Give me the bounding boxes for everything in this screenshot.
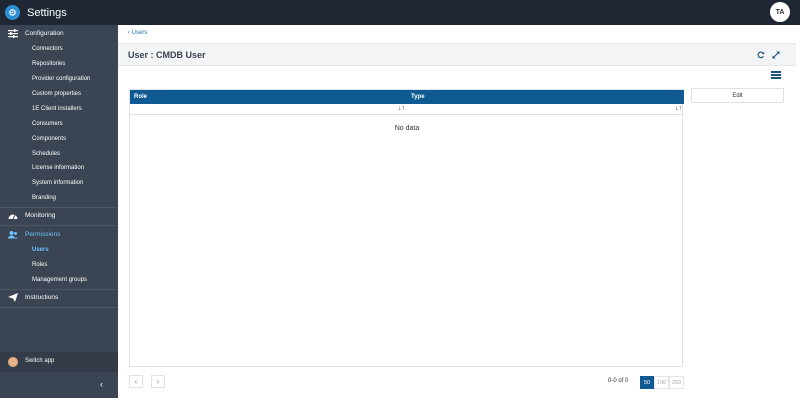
refresh-icon[interactable] — [755, 49, 766, 60]
nav-section-instructions[interactable]: Instructions — [0, 289, 118, 306]
sidebar-item-repositories[interactable]: Repositories — [32, 61, 65, 67]
sidebar-item-provider-configuration[interactable]: Provider configuration — [32, 76, 90, 82]
next-page-button[interactable]: › — [151, 375, 165, 388]
hamburger-menu-icon[interactable] — [771, 71, 781, 79]
sidebar-item-components[interactable]: Components — [32, 136, 66, 142]
users-icon — [8, 231, 18, 239]
dashboard-gauge-icon — [8, 214, 18, 220]
top-bar: Settings TA — [0, 0, 800, 25]
sort-type-icon[interactable]: ↓↑ — [675, 105, 682, 112]
previous-page-button[interactable]: ‹ — [129, 375, 143, 388]
page-size-100[interactable]: 100 — [654, 376, 669, 389]
pagination-range: 0-0 of 0 — [608, 378, 629, 384]
nav-section-label: Instructions — [25, 294, 59, 301]
app-title: Settings — [27, 6, 67, 19]
edit-button[interactable]: Edit — [691, 88, 784, 103]
user-avatar[interactable]: TA — [770, 2, 790, 22]
sidebar-item-branding[interactable]: Branding — [32, 195, 56, 201]
switch-app-button[interactable]: Switch app — [0, 352, 118, 372]
sidebar-item-users[interactable]: Users — [32, 247, 49, 253]
empty-state-text: No data — [394, 125, 420, 132]
breadcrumb[interactable]: ‹ Users — [128, 30, 147, 36]
column-header-role[interactable]: Role — [134, 94, 147, 100]
nav-section-configuration[interactable]: Configuration — [0, 25, 118, 42]
sidebar-item-management-groups[interactable]: Management groups — [32, 277, 87, 283]
sidebar-item-client-installers[interactable]: 1E Client installers — [32, 106, 82, 112]
app-logo-icon[interactable] — [5, 5, 20, 20]
breadcrumb-link[interactable]: Users — [132, 30, 148, 36]
sort-row: ↓↑ ↓↑ — [130, 104, 684, 115]
table-header: Role Type — [130, 90, 684, 104]
page-size-50[interactable]: 50 — [640, 376, 654, 389]
sidebar-item-consumers[interactable]: Consumers — [32, 121, 63, 127]
sidebar: Configuration Connectors Repositories Pr… — [0, 25, 118, 398]
sidebar-item-license-information[interactable]: License information — [32, 165, 84, 171]
page-title: User : CMDB User — [128, 50, 206, 60]
main-content: ‹ Users User : CMDB User Role Type ↓↑ ↓↑… — [118, 25, 796, 398]
expand-icon[interactable] — [770, 49, 781, 60]
page-header: User : CMDB User — [118, 43, 796, 66]
sidebar-item-roles[interactable]: Roles — [32, 262, 47, 268]
sidebar-item-custom-properties[interactable]: Custom properties — [32, 91, 81, 97]
sidebar-item-system-information[interactable]: System information — [32, 180, 83, 186]
sidebar-item-schedules[interactable]: Schedules — [32, 151, 60, 157]
collapse-sidebar-chevron-icon[interactable]: ‹ — [100, 379, 103, 389]
switch-app-label: Switch app — [25, 358, 55, 364]
nav-section-label: Monitoring — [25, 212, 56, 219]
sidebar-item-connectors[interactable]: Connectors — [32, 46, 63, 52]
sliders-icon — [8, 29, 18, 38]
paper-plane-icon — [8, 293, 18, 302]
nav-section-monitoring[interactable]: Monitoring — [0, 207, 118, 224]
sidebar-divider — [0, 307, 118, 308]
nav-section-permissions[interactable]: Permissions — [0, 226, 118, 243]
page-size-250[interactable]: 250 — [669, 376, 684, 389]
roles-table: Role Type ↓↑ ↓↑ No data — [129, 89, 684, 367]
switch-app-avatar-icon — [8, 357, 18, 367]
column-header-type[interactable]: Type — [411, 94, 425, 100]
sort-role-icon[interactable]: ↓↑ — [398, 105, 405, 112]
nav-section-label: Configuration — [25, 30, 64, 37]
nav-section-label: Permissions — [25, 231, 61, 238]
